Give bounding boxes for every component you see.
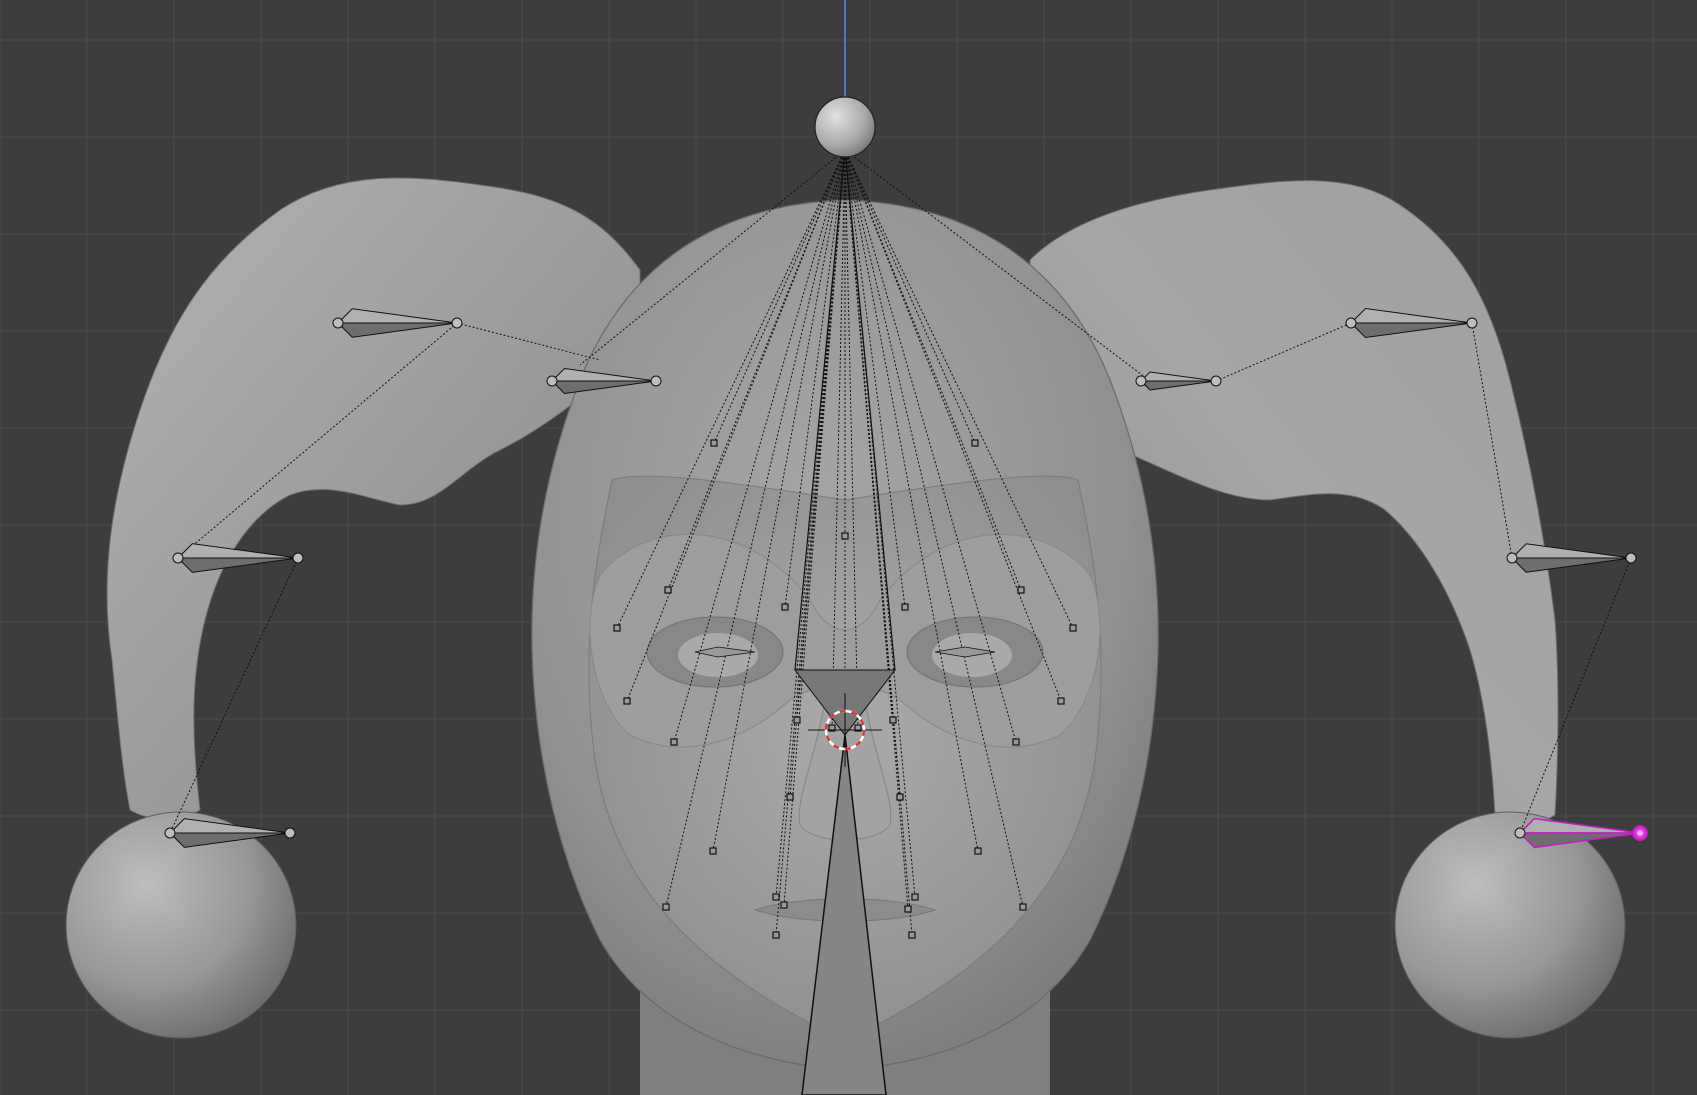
face-control-point[interactable] (896, 793, 904, 801)
face-control-point[interactable] (772, 893, 780, 901)
left-pom-ball (65, 811, 297, 1039)
hat-bone-left-3[interactable] (172, 543, 304, 573)
face-control-point[interactable] (904, 905, 912, 913)
3d-viewport[interactable] (0, 0, 1697, 1095)
face-control-point[interactable] (1057, 697, 1065, 705)
face-control-point[interactable] (911, 893, 919, 901)
face-control-point[interactable] (772, 931, 780, 939)
face-control-point[interactable] (901, 603, 909, 611)
face-control-point[interactable] (780, 901, 788, 909)
face-control-point[interactable] (908, 931, 916, 939)
face-control-point[interactable] (786, 793, 794, 801)
face-control-point[interactable] (974, 847, 982, 855)
face-control-point[interactable] (1069, 624, 1077, 632)
face-control-point[interactable] (664, 586, 672, 594)
face-control-point[interactable] (709, 847, 717, 855)
face-control-point[interactable] (1012, 738, 1020, 746)
face-control-point[interactable] (670, 738, 678, 746)
face-control-point[interactable] (1019, 903, 1027, 911)
right-pom-ball (1394, 811, 1626, 1039)
face-control-point[interactable] (613, 624, 621, 632)
face-control-point[interactable] (793, 716, 801, 724)
head-root-bone[interactable] (814, 96, 876, 158)
face-control-point[interactable] (781, 603, 789, 611)
face-control-point[interactable] (710, 439, 718, 447)
face-control-point[interactable] (1017, 586, 1025, 594)
face-control-point[interactable] (623, 697, 631, 705)
face-control-point[interactable] (889, 716, 897, 724)
face-control-point[interactable] (841, 532, 849, 540)
viewport-canvas[interactable] (0, 0, 1697, 1095)
hat-bone-right-3[interactable] (1506, 543, 1637, 573)
face-control-point[interactable] (662, 903, 670, 911)
face-control-point[interactable] (971, 439, 979, 447)
